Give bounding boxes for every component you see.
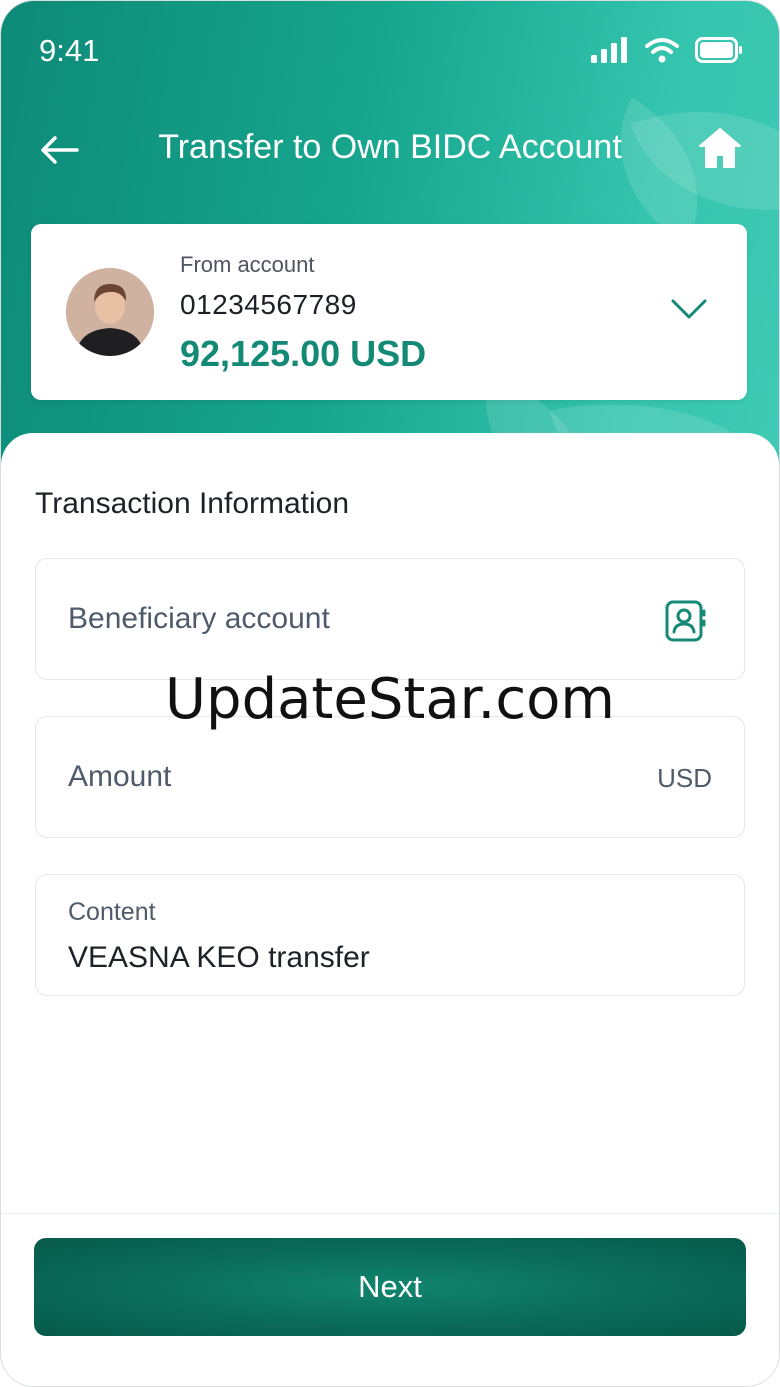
amount-field[interactable]: Amount USD	[35, 716, 745, 838]
amount-placeholder: Amount	[68, 760, 172, 793]
contact-book-icon	[665, 600, 706, 642]
from-account-label: From account	[180, 252, 315, 277]
account-dropdown-button[interactable]	[669, 294, 709, 324]
status-icons	[591, 37, 743, 63]
footer-divider	[1, 1213, 779, 1214]
page-title: Transfer to Own BIDC Account	[158, 128, 622, 166]
avatar	[66, 268, 154, 356]
section-title: Transaction Information	[35, 487, 350, 520]
status-time: 9:41	[39, 33, 100, 68]
from-account-card[interactable]: From account 01234567789 92,125.00 USD	[31, 224, 747, 400]
account-number: 01234567789	[180, 289, 357, 320]
home-icon	[699, 128, 741, 168]
content-field[interactable]: Content VEASNA KEO transfer	[35, 874, 745, 996]
chevron-down-icon	[671, 299, 707, 319]
signal-icon	[591, 37, 627, 63]
wifi-icon	[645, 38, 679, 63]
beneficiary-account-field[interactable]: Beneficiary account	[35, 558, 745, 680]
account-balance: 92,125.00 USD	[180, 333, 427, 374]
transaction-sheet: Transaction Information Beneficiary acco…	[1, 433, 779, 1386]
watermark: UpdateStar.com	[165, 667, 615, 732]
phone-screen: 9:41 Transfer to Own BIDC Account From a…	[0, 0, 780, 1387]
home-button[interactable]	[697, 125, 743, 171]
next-button[interactable]: Next	[34, 1238, 746, 1336]
content-label: Content	[68, 898, 156, 926]
contact-book-button[interactable]	[664, 599, 708, 643]
content-value: VEASNA KEO transfer	[68, 941, 370, 974]
beneficiary-placeholder: Beneficiary account	[68, 602, 330, 635]
amount-currency: USD	[657, 763, 712, 793]
battery-icon	[695, 37, 742, 63]
